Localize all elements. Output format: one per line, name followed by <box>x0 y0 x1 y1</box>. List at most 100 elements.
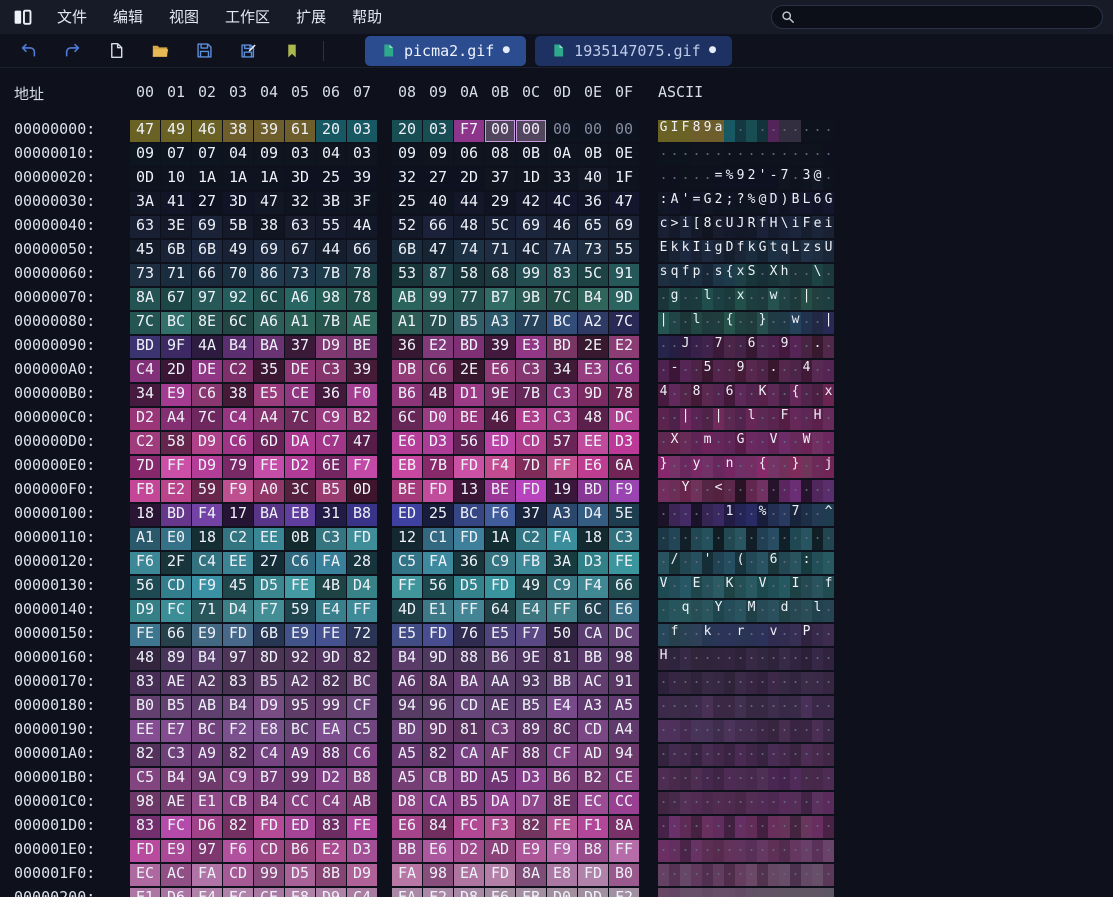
ascii-cell[interactable]: . <box>746 384 757 406</box>
hex-byte-cell[interactable]: 0B <box>578 144 608 166</box>
ascii-cell[interactable]: . <box>713 288 724 310</box>
hex-byte-cell[interactable]: 9F <box>161 336 191 358</box>
hex-byte-cell[interactable]: 4D <box>392 600 422 622</box>
hex-byte-cell[interactable]: AC <box>578 672 608 694</box>
hex-byte-cell[interactable]: AD <box>485 840 515 862</box>
ascii-cell[interactable]: . <box>812 624 823 646</box>
hex-byte-cell[interactable]: B5 <box>454 312 484 334</box>
hex-byte-cell[interactable]: C3 <box>547 408 577 430</box>
ascii-cell[interactable]: 6 <box>746 336 757 358</box>
hex-byte-cell[interactable]: AB <box>347 792 377 814</box>
ascii-cell[interactable]: . <box>779 312 790 334</box>
hex-byte-cell[interactable]: 82 <box>130 744 160 766</box>
hex-byte-cell[interactable]: E6 <box>423 840 453 862</box>
hex-byte-cell[interactable]: A5 <box>392 768 422 790</box>
hex-byte-cell[interactable]: D9 <box>316 336 346 358</box>
ascii-cell[interactable]: I <box>691 240 702 262</box>
hex-byte-cell[interactable]: BA <box>254 504 284 526</box>
ascii-cell[interactable]: . <box>691 552 702 574</box>
ascii-cell[interactable]: J <box>680 336 691 358</box>
ascii-cell[interactable]: ; <box>724 192 735 214</box>
hex-byte-cell[interactable]: F1 <box>578 816 608 838</box>
hex-byte-cell[interactable]: BB <box>547 672 577 694</box>
hex-byte-cell[interactable]: 09 <box>392 144 422 166</box>
hex-byte-cell[interactable]: FE <box>130 624 160 646</box>
hex-byte-cell[interactable]: BD <box>454 768 484 790</box>
ascii-cell[interactable]: . <box>658 696 669 718</box>
ascii-cell[interactable]: . <box>680 816 691 838</box>
hex-byte-cell[interactable]: 6B <box>392 240 422 262</box>
ascii-cell[interactable]: . <box>768 120 779 142</box>
ascii-cell[interactable]: . <box>768 744 779 766</box>
hex-byte-cell[interactable]: 61 <box>285 120 315 142</box>
ascii-cell[interactable]: . <box>713 648 724 670</box>
hex-byte-cell[interactable]: 33 <box>547 168 577 190</box>
hex-byte-cell[interactable]: FF <box>547 456 577 478</box>
hex-byte-cell[interactable]: 91 <box>609 672 639 694</box>
ascii-cell[interactable]: { <box>724 312 735 334</box>
ascii-cell[interactable]: f <box>669 624 680 646</box>
hex-byte-cell[interactable]: 98 <box>423 864 453 886</box>
menu-item-edit[interactable]: 编辑 <box>100 0 156 34</box>
ascii-cell[interactable]: . <box>801 672 812 694</box>
ascii-cell[interactable]: . <box>713 696 724 718</box>
ascii-cell[interactable]: . <box>735 720 746 742</box>
hex-byte-cell[interactable]: 8D <box>254 648 284 670</box>
ascii-cell[interactable]: v <box>768 624 779 646</box>
hex-byte-cell[interactable]: E6 <box>485 360 515 382</box>
ascii-cell[interactable]: . <box>790 168 801 190</box>
ascii-cell[interactable]: 4 <box>801 360 812 382</box>
hex-byte-cell[interactable]: FF <box>547 600 577 622</box>
hex-byte-cell[interactable]: F6 <box>485 504 515 526</box>
bookmark-button[interactable] <box>270 34 314 68</box>
ascii-cell[interactable]: . <box>691 744 702 766</box>
ascii-cell[interactable]: . <box>702 888 713 897</box>
hex-byte-cell[interactable]: F9 <box>609 480 639 502</box>
hex-byte-cell[interactable]: A4 <box>254 408 284 430</box>
hex-byte-cell[interactable]: FC <box>454 816 484 838</box>
hex-byte-cell[interactable]: D2 <box>285 456 315 478</box>
hex-byte-cell[interactable]: F2 <box>423 888 453 897</box>
ascii-cell[interactable]: . <box>713 720 724 742</box>
hex-byte-cell[interactable]: 7D <box>423 312 453 334</box>
ascii-cell[interactable]: f <box>823 576 834 598</box>
hex-byte-cell[interactable]: E5 <box>392 624 422 646</box>
ascii-cell[interactable]: . <box>746 696 757 718</box>
hex-byte-cell[interactable]: E3 <box>516 408 546 430</box>
hex-byte-cell[interactable]: 04 <box>223 144 253 166</box>
hex-byte-cell[interactable]: 2D <box>454 168 484 190</box>
hex-byte-cell[interactable]: 07 <box>192 144 222 166</box>
ascii-cell[interactable]: . <box>735 576 746 598</box>
hex-byte-cell[interactable]: AF <box>485 744 515 766</box>
hex-byte-cell[interactable]: F4 <box>578 576 608 598</box>
ascii-cell[interactable]: . <box>680 624 691 646</box>
ascii-cell[interactable]: . <box>757 408 768 430</box>
ascii-cell[interactable]: . <box>757 672 768 694</box>
ascii-cell[interactable]: . <box>757 528 768 550</box>
ascii-cell[interactable]: . <box>735 840 746 862</box>
ascii-cell[interactable]: . <box>801 336 812 358</box>
hex-byte-cell[interactable]: FA <box>392 864 422 886</box>
hex-byte-cell[interactable]: 68 <box>485 264 515 286</box>
ascii-cell[interactable]: . <box>823 648 834 670</box>
ascii-cell[interactable]: z <box>801 240 812 262</box>
hex-byte-cell[interactable]: D4 <box>347 576 377 598</box>
ascii-cell[interactable]: . <box>713 816 724 838</box>
ascii-cell[interactable]: . <box>658 360 669 382</box>
hex-byte-cell[interactable]: 1A <box>223 168 253 190</box>
ascii-cell[interactable]: . <box>658 288 669 310</box>
ascii-cell[interactable]: r <box>735 624 746 646</box>
hex-byte-cell[interactable]: 56 <box>130 576 160 598</box>
hex-byte-cell[interactable]: F6 <box>223 840 253 862</box>
hex-byte-cell[interactable]: 66 <box>423 216 453 238</box>
hex-byte-cell[interactable]: 4A <box>347 216 377 238</box>
ascii-cell[interactable]: . <box>801 768 812 790</box>
ascii-cell[interactable]: . <box>702 384 713 406</box>
ascii-cell[interactable]: . <box>746 720 757 742</box>
hex-byte-cell[interactable]: 99 <box>316 696 346 718</box>
ascii-cell[interactable]: 3 <box>801 168 812 190</box>
ascii-cell[interactable]: H <box>812 408 823 430</box>
ascii-cell[interactable]: 8 <box>691 384 702 406</box>
hex-byte-cell[interactable]: 03 <box>285 144 315 166</box>
ascii-cell[interactable]: . <box>680 672 691 694</box>
